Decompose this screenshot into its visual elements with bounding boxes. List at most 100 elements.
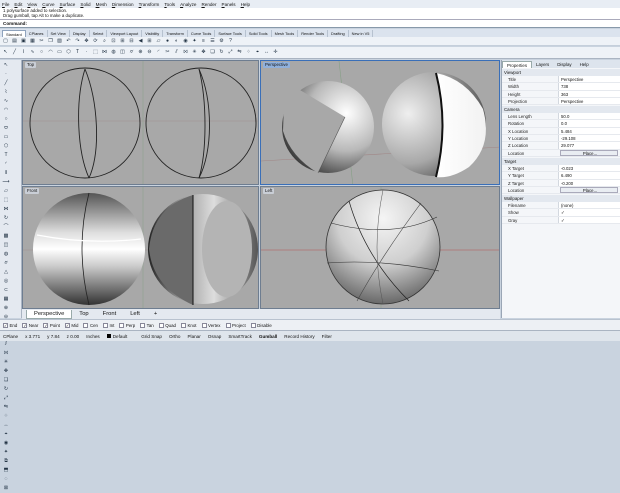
- osnap-near[interactable]: ✓ Near: [22, 322, 38, 328]
- osnap-knot[interactable]: Knot: [181, 322, 197, 328]
- surface-icon[interactable]: ▱: [2, 188, 11, 196]
- tab-new-in-v5[interactable]: New in V5: [349, 30, 374, 37]
- polyline-icon[interactable]: ⌇: [2, 89, 11, 97]
- osnap-vertex[interactable]: Vertex: [201, 322, 221, 328]
- checkbox[interactable]: ✓: [43, 322, 49, 328]
- x-location-field[interactable]: 5.484: [558, 127, 620, 135]
- select-icon[interactable]: ↖: [2, 49, 9, 56]
- array-icon[interactable]: ⁘: [245, 49, 252, 56]
- box-icon[interactable]: ◫: [2, 242, 11, 250]
- analyze-icon[interactable]: ⌖: [2, 431, 11, 439]
- viewport-perspective[interactable]: Perspective: [260, 60, 500, 185]
- osnap-mid[interactable]: ✓ Mid: [64, 322, 78, 328]
- panel-tab-display[interactable]: Display: [553, 61, 575, 68]
- paste-icon[interactable]: ▧: [56, 38, 63, 45]
- boolean-difference-icon[interactable]: ⊖: [146, 49, 153, 56]
- light-icon[interactable]: ✦: [191, 38, 198, 45]
- units-indicator[interactable]: Inches: [86, 334, 100, 339]
- tab-set-view[interactable]: Set View: [48, 30, 70, 37]
- checkbox[interactable]: [158, 322, 164, 328]
- menu-dimension[interactable]: Dimension: [112, 2, 134, 7]
- copy-object-icon[interactable]: ❏: [2, 377, 11, 385]
- toggle-record-history[interactable]: Record History: [284, 334, 314, 339]
- loft-icon[interactable]: ⋈: [101, 49, 108, 56]
- boolean-union-icon[interactable]: ⊕: [2, 305, 11, 313]
- dimension-icon[interactable]: ↔: [2, 422, 11, 430]
- cone-icon[interactable]: △: [2, 269, 11, 277]
- array-icon[interactable]: ⁘: [2, 413, 11, 421]
- tab-drafting[interactable]: Drafting: [328, 30, 349, 37]
- target-section-header[interactable]: Target: [502, 157, 620, 165]
- point-icon[interactable]: ·: [83, 49, 90, 56]
- ellipse-icon[interactable]: ⬭: [2, 125, 11, 133]
- checkbox[interactable]: [83, 322, 89, 328]
- polygon-icon[interactable]: ⬡: [65, 49, 72, 56]
- lens-length-field[interactable]: 50.0: [558, 113, 620, 120]
- viewport-tab-top[interactable]: Top: [72, 310, 95, 319]
- box-icon[interactable]: ◫: [119, 49, 126, 56]
- viewport-label-front[interactable]: Front: [25, 188, 40, 194]
- viewport-label-top[interactable]: Top: [25, 62, 37, 68]
- four-view-icon[interactable]: ⊞: [146, 38, 153, 45]
- offset-icon[interactable]: ⫴: [2, 170, 11, 178]
- cut-icon[interactable]: ✂: [38, 38, 45, 45]
- print-icon[interactable]: ▦: [29, 38, 36, 45]
- new-file-icon[interactable]: ▢: [2, 38, 9, 45]
- tab-transform[interactable]: Transform: [163, 30, 188, 37]
- rendered-icon[interactable]: ◐: [173, 38, 180, 45]
- explode-icon[interactable]: ✳: [191, 49, 198, 56]
- join-icon[interactable]: ⨝: [2, 350, 11, 358]
- select-icon[interactable]: ↖: [2, 62, 11, 70]
- osnap-cen[interactable]: Cen: [83, 322, 98, 328]
- tab-curve-tools[interactable]: Curve Tools: [188, 30, 216, 37]
- undo-icon[interactable]: ↶: [65, 38, 72, 45]
- group-icon[interactable]: ⧉: [2, 458, 11, 466]
- panel-tab-help[interactable]: Help: [576, 61, 593, 68]
- line-icon[interactable]: ╱: [11, 49, 18, 56]
- tab-viewport-layout[interactable]: Viewport Layout: [107, 30, 143, 37]
- shade-icon[interactable]: ●: [164, 38, 171, 45]
- fillet-icon[interactable]: ◜: [155, 49, 162, 56]
- fillet-curve-icon[interactable]: ◜: [2, 161, 11, 169]
- pipe-icon[interactable]: ⊂: [2, 287, 11, 295]
- tab-render-tools[interactable]: Render Tools: [298, 30, 329, 37]
- rotate-view-icon[interactable]: ⟳: [92, 38, 99, 45]
- toggle-ortho[interactable]: Ortho: [169, 334, 181, 339]
- cylinder-icon[interactable]: ⌭: [128, 49, 135, 56]
- checkbox[interactable]: [225, 322, 231, 328]
- open-file-icon[interactable]: ▤: [11, 38, 18, 45]
- scale-icon[interactable]: ⤢: [2, 395, 11, 403]
- toggle-smarttrack[interactable]: SmartTrack: [228, 334, 252, 339]
- render-icon[interactable]: ◉: [182, 38, 189, 45]
- copy-object-icon[interactable]: ❏: [209, 49, 216, 56]
- zoom-extents-icon[interactable]: ⊞: [119, 38, 126, 45]
- join-icon[interactable]: ⨝: [182, 49, 189, 56]
- trim-icon[interactable]: ✂: [164, 49, 171, 56]
- menu-help[interactable]: Help: [241, 2, 250, 7]
- menu-surface[interactable]: Surface: [60, 2, 76, 7]
- menu-tools[interactable]: Tools: [164, 2, 175, 7]
- rectangle-icon[interactable]: ▭: [56, 49, 63, 56]
- checkbox[interactable]: [103, 322, 108, 328]
- menu-analyze[interactable]: Analyze: [180, 2, 196, 7]
- tab-display[interactable]: Display: [70, 30, 90, 37]
- sweep-icon[interactable]: ⌒: [2, 224, 11, 232]
- rectangle-icon[interactable]: ▭: [2, 134, 11, 142]
- copy-icon[interactable]: ❐: [47, 38, 54, 45]
- viewport-tab-left[interactable]: Left: [123, 310, 147, 319]
- x-target-field[interactable]: -0.023: [558, 164, 620, 172]
- panel-tab-layers[interactable]: Layers: [532, 61, 553, 68]
- rotate-icon[interactable]: ↻: [218, 49, 225, 56]
- command-history[interactable]: 1 polysurface added to selection. Drag g…: [0, 8, 620, 20]
- camera-section-header[interactable]: Camera: [502, 106, 620, 114]
- osnap-int[interactable]: Int: [103, 322, 114, 328]
- menu-curve[interactable]: Curve: [42, 2, 54, 7]
- rotation-field[interactable]: 0.0: [558, 120, 620, 127]
- checkbox[interactable]: ✓: [64, 322, 70, 328]
- checkbox[interactable]: ✓: [22, 322, 28, 328]
- checkbox[interactable]: [119, 322, 125, 328]
- camera-place-button[interactable]: Place...: [560, 149, 618, 156]
- z-location-field[interactable]: 29.077: [558, 142, 620, 149]
- layer-indicator[interactable]: Default: [106, 333, 135, 339]
- gumball-icon[interactable]: ✛: [272, 49, 279, 56]
